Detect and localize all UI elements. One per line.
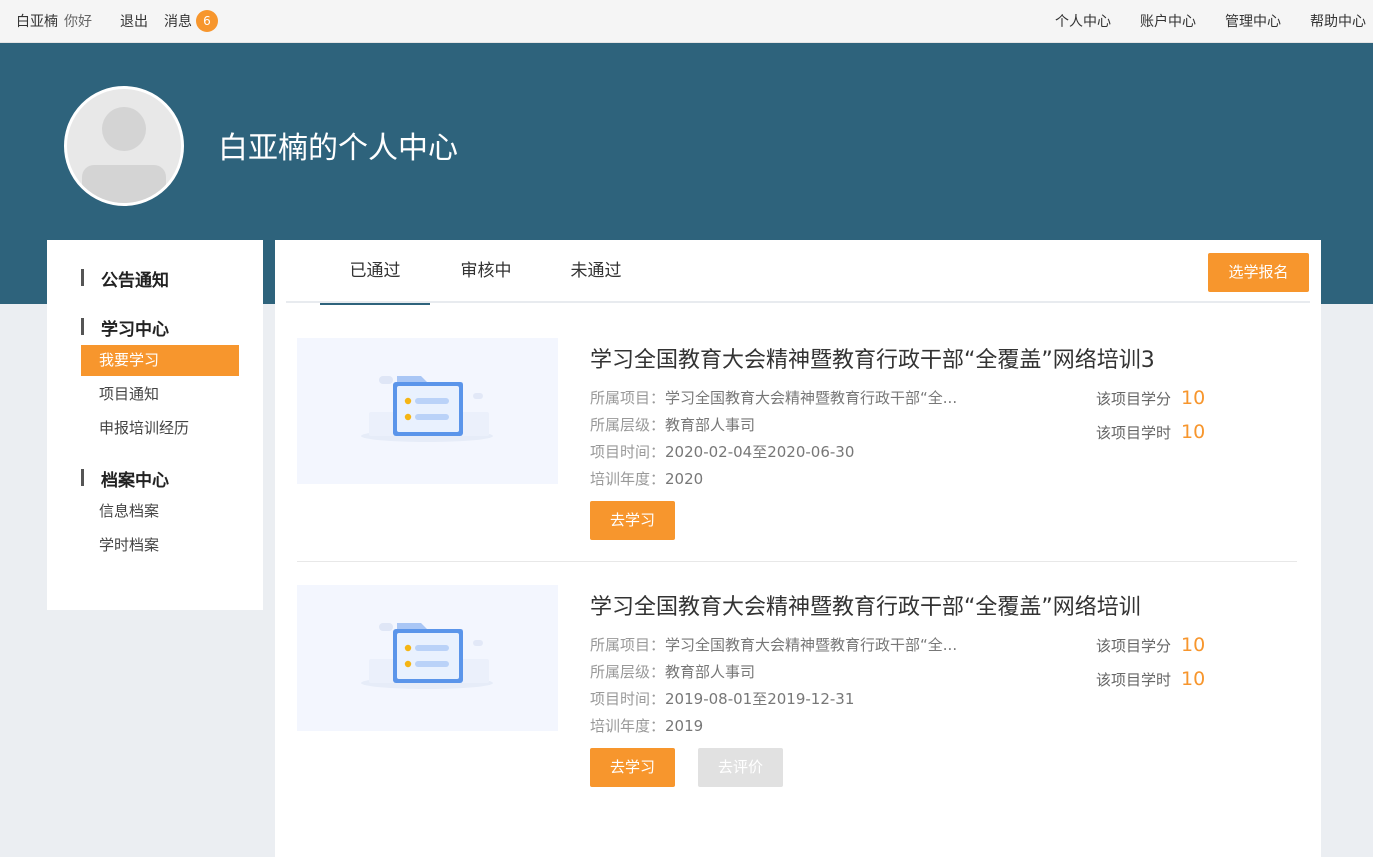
username[interactable]: 白亚楠 — [16, 11, 58, 31]
level-value: 教育部人事司 — [665, 663, 756, 681]
course-hours: 该项目学时 10 — [1096, 421, 1205, 443]
go-learn-button[interactable]: 去学习 — [590, 748, 675, 787]
time-label: 项目时间： — [590, 690, 666, 708]
top-nav: 个人中心 账户中心 管理中心 帮助中心 — [1026, 0, 1366, 42]
sidebar-group-learning-center: 学习中心 — [81, 315, 169, 340]
course-year-field: 培训年度：2019 — [590, 715, 703, 736]
level-label: 所属层级： — [590, 416, 666, 434]
level-label: 所属层级： — [590, 663, 666, 681]
nav-help-center[interactable]: 帮助中心 — [1310, 11, 1366, 31]
course-credit: 该项目学分 10 — [1096, 387, 1205, 409]
avatar[interactable] — [64, 86, 184, 206]
time-value: 2020-02-04至2020-06-30 — [665, 443, 855, 461]
course-year-field: 培训年度：2020 — [590, 468, 703, 489]
nav-personal-center[interactable]: 个人中心 — [1055, 11, 1111, 31]
sidebar-item-hours-archive[interactable]: 学时档案 — [81, 530, 239, 561]
sidebar-item-declare-training[interactable]: 申报培训经历 — [81, 413, 239, 444]
sidebar-item-project-notices[interactable]: 项目通知 — [81, 379, 239, 410]
time-value: 2019-08-01至2019-12-31 — [665, 690, 855, 708]
credit-label: 该项目学分 — [1096, 637, 1172, 655]
sidebar: 公告通知 学习中心 我要学习 项目通知 申报培训经历 档案中心 信息档案 学时档… — [47, 240, 263, 610]
sidebar-item-my-learning[interactable]: 我要学习 — [81, 345, 239, 376]
year-value: 2019 — [665, 717, 704, 735]
status-tabs: 已通过 审核中 未通过 选学报名 — [286, 240, 1310, 305]
credit-value: 10 — [1181, 387, 1206, 409]
course-level-field: 所属层级：教育部人事司 — [590, 661, 755, 682]
messages-count-badge: 6 — [196, 10, 218, 32]
year-label: 培训年度： — [590, 717, 666, 735]
year-label: 培训年度： — [590, 470, 666, 488]
course-title[interactable]: 学习全国教育大会精神暨教育行政干部“全覆盖”网络培训3 — [590, 342, 1155, 374]
course-card: 学习全国教育大会精神暨教育行政干部“全覆盖”网络培训 所属项目：学习全国教育大会… — [297, 585, 1297, 809]
sidebar-item-info-archive[interactable]: 信息档案 — [81, 496, 239, 527]
go-evaluate-button[interactable]: 去评价 — [698, 748, 783, 787]
top-bar: 白亚楠 你好 退出 消息 6 个人中心 账户中心 管理中心 帮助中心 — [0, 0, 1373, 43]
course-time-field: 项目时间：2020-02-04至2020-06-30 — [590, 441, 854, 462]
messages-link[interactable]: 消息 6 — [164, 10, 218, 32]
course-credit: 该项目学分 10 — [1096, 634, 1205, 656]
project-value: 学习全国教育大会精神暨教育行政干部“全... — [665, 389, 958, 407]
credit-label: 该项目学分 — [1096, 390, 1172, 408]
go-learn-button[interactable]: 去学习 — [590, 501, 675, 540]
course-project-field: 所属项目：学习全国教育大会精神暨教育行政干部“全... — [590, 387, 957, 408]
user-area: 白亚楠 你好 退出 消息 6 — [16, 0, 218, 42]
hours-value: 10 — [1181, 421, 1206, 443]
avatar-body-icon — [82, 165, 166, 203]
credit-value: 10 — [1181, 634, 1206, 656]
course-level-field: 所属层级：教育部人事司 — [590, 414, 755, 435]
level-value: 教育部人事司 — [665, 416, 756, 434]
project-value: 学习全国教育大会精神暨教育行政干部“全... — [665, 636, 958, 654]
folder-document-icon — [361, 376, 493, 442]
tab-under-review[interactable]: 审核中 — [441, 240, 531, 303]
sidebar-group-announcements[interactable]: 公告通知 — [81, 266, 169, 291]
course-card: 学习全国教育大会精神暨教育行政干部“全覆盖”网络培训3 所属项目：学习全国教育大… — [297, 338, 1297, 562]
year-value: 2020 — [665, 470, 704, 488]
course-title[interactable]: 学习全国教育大会精神暨教育行政干部“全覆盖”网络培训 — [590, 589, 1141, 621]
course-project-field: 所属项目：学习全国教育大会精神暨教育行政干部“全... — [590, 634, 957, 655]
main-panel: 已通过 审核中 未通过 选学报名 学习全国教育大会精神暨教育行政干部“全覆盖”网… — [275, 240, 1321, 857]
hours-label: 该项目学时 — [1096, 424, 1172, 442]
folder-document-icon — [361, 623, 493, 689]
tab-rejected[interactable]: 未通过 — [551, 240, 641, 303]
course-thumbnail[interactable] — [297, 338, 558, 484]
tab-approved[interactable]: 已通过 — [320, 240, 430, 305]
course-thumbnail[interactable] — [297, 585, 558, 731]
greeting: 你好 — [64, 14, 92, 30]
course-hours: 该项目学时 10 — [1096, 668, 1205, 690]
avatar-head-icon — [102, 107, 146, 151]
sidebar-group-archive-center: 档案中心 — [81, 466, 169, 491]
page-title: 白亚楠的个人中心 — [218, 131, 458, 166]
time-label: 项目时间： — [590, 443, 666, 461]
nav-admin-center[interactable]: 管理中心 — [1225, 11, 1281, 31]
course-time-field: 项目时间：2019-08-01至2019-12-31 — [590, 688, 854, 709]
nav-account-center[interactable]: 账户中心 — [1140, 11, 1196, 31]
messages-label: 消息 — [164, 14, 192, 30]
hours-value: 10 — [1181, 668, 1206, 690]
project-label: 所属项目： — [590, 389, 666, 407]
project-label: 所属项目： — [590, 636, 666, 654]
enroll-button[interactable]: 选学报名 — [1208, 253, 1309, 292]
logout-link[interactable]: 退出 — [120, 11, 148, 31]
hours-label: 该项目学时 — [1096, 671, 1172, 689]
